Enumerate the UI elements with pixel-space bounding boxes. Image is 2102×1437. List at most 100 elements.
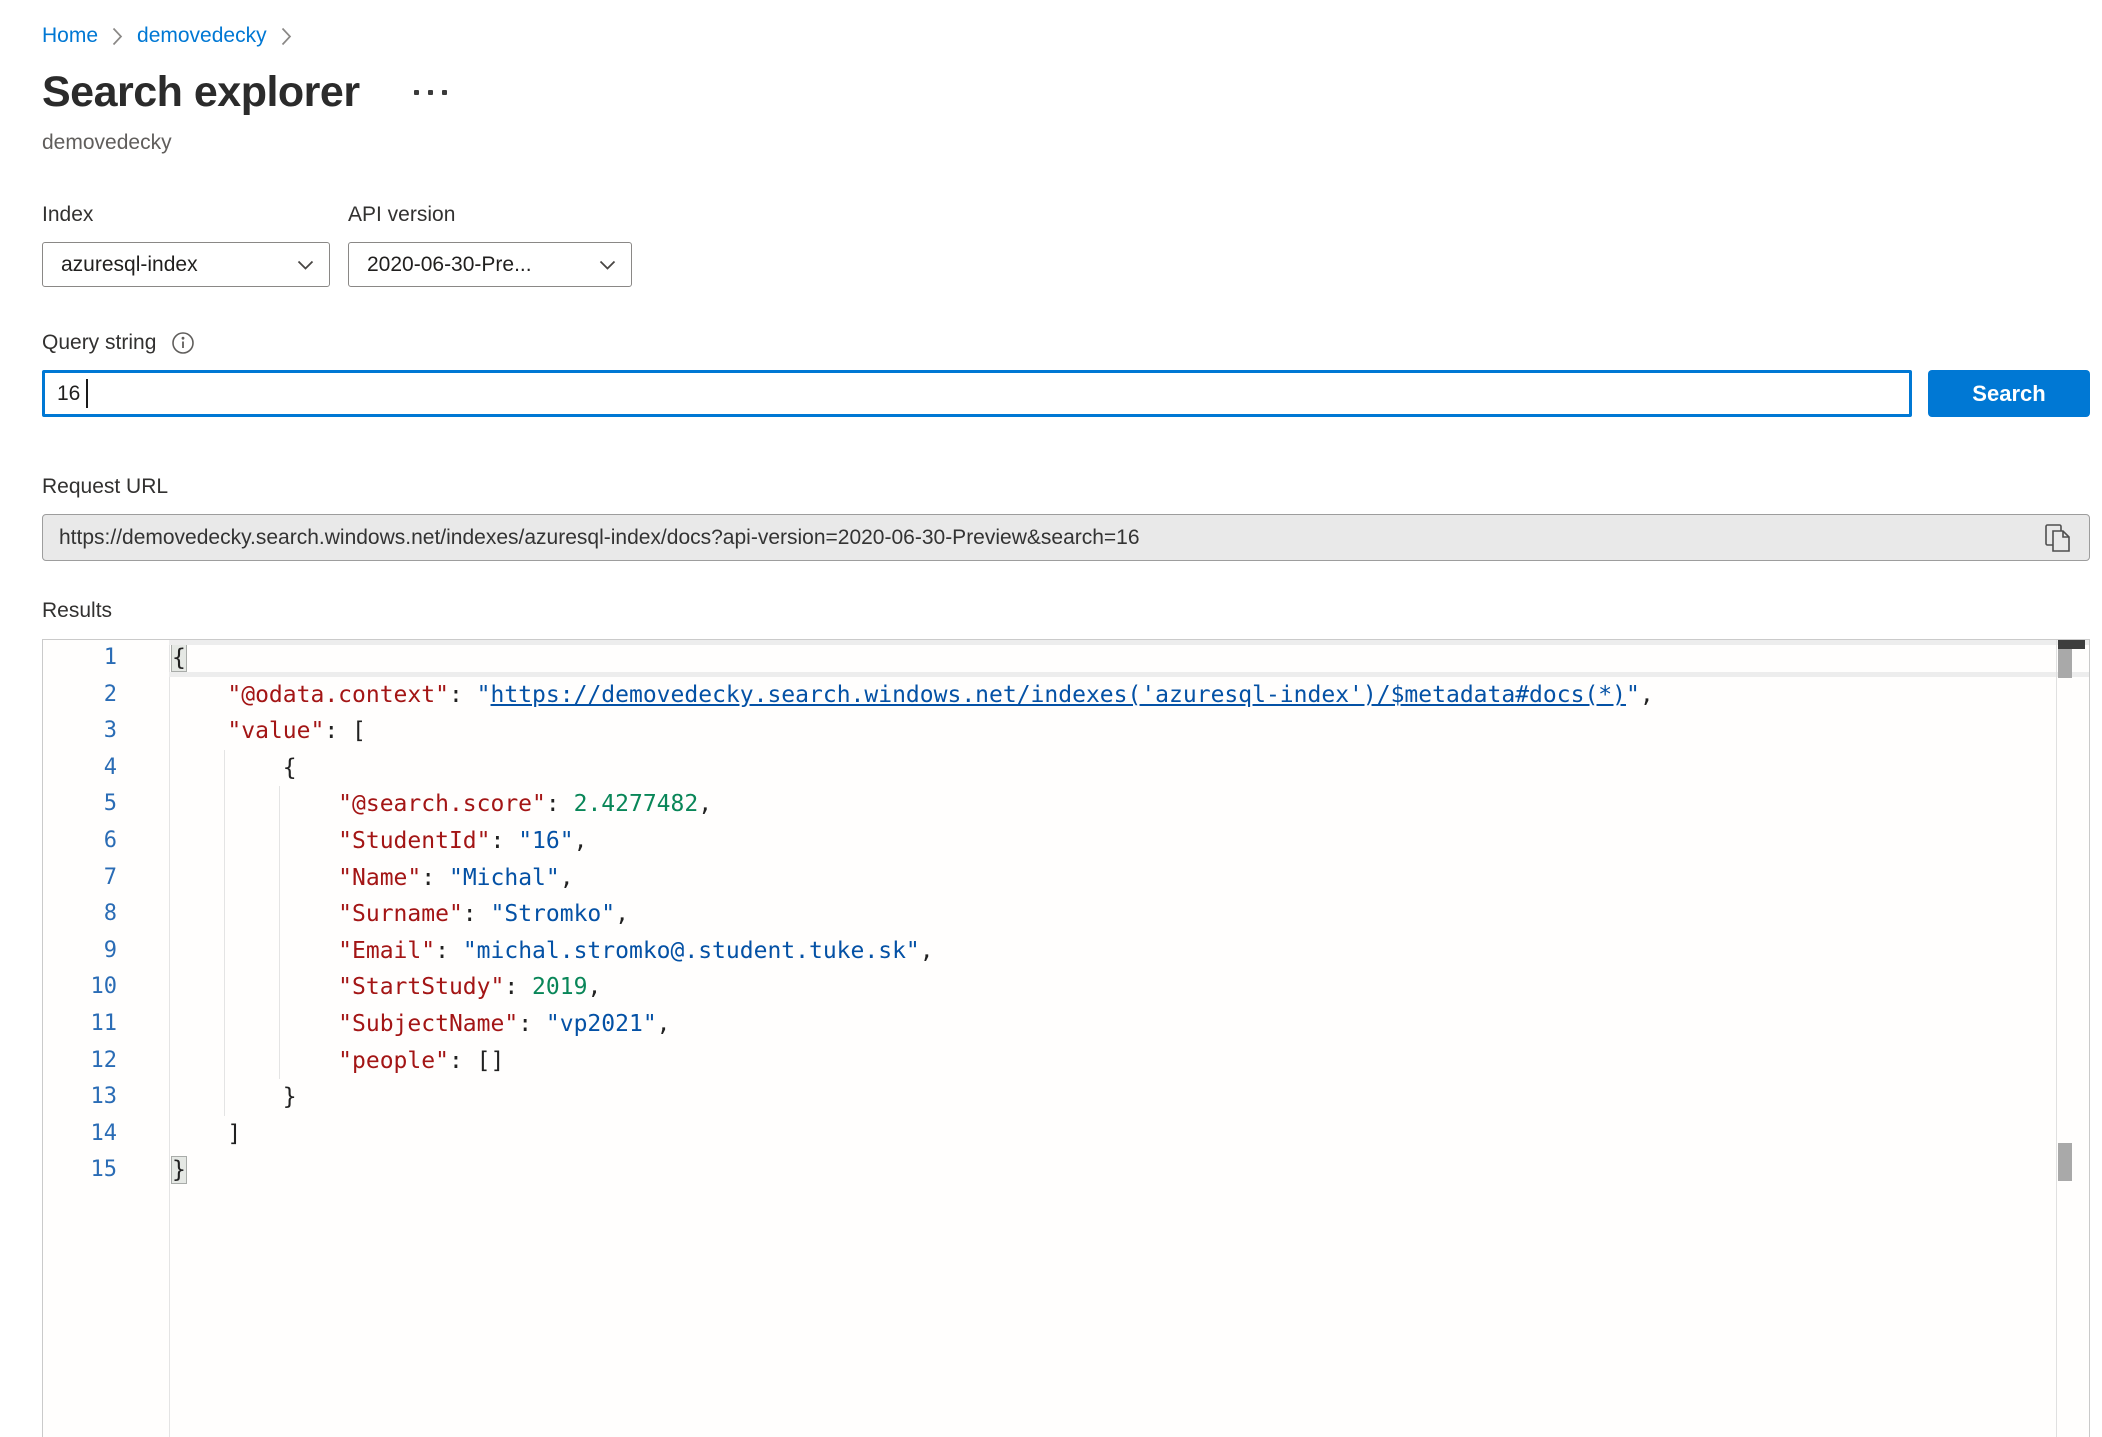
index-dropdown-value: azuresql-index	[61, 253, 198, 277]
ellipsis-icon	[428, 90, 433, 95]
code-token: "vp2021"	[546, 1011, 657, 1037]
code-token: {	[172, 645, 186, 671]
code-line: "SubjectName": "vp2021",	[169, 1006, 2089, 1043]
ellipsis-icon	[442, 90, 447, 95]
code-token: ,	[657, 1011, 671, 1037]
code-token	[172, 791, 338, 817]
code-token: :	[421, 865, 449, 891]
code-token: :	[463, 901, 491, 927]
results-json-editor[interactable]: 123456789101112131415 { "@odata.context"…	[42, 639, 2090, 1437]
code-token: "StudentId"	[338, 828, 490, 854]
editor-gutter: 123456789101112131415	[43, 640, 169, 1437]
ellipsis-icon	[414, 90, 419, 95]
line-number: 10	[43, 969, 169, 1006]
overview-cursor-mark	[2058, 640, 2085, 649]
code-token	[172, 682, 227, 708]
line-number: 13	[43, 1079, 169, 1116]
copy-button[interactable]	[2041, 520, 2075, 556]
line-number: 8	[43, 896, 169, 933]
code-token: :	[449, 682, 477, 708]
breadcrumb-service[interactable]: demovedecky	[137, 24, 267, 48]
index-field: Index azuresql-index	[42, 203, 330, 287]
request-url-box: https://demovedecky.search.windows.net/i…	[42, 514, 2090, 561]
code-line: "StudentId": "16",	[169, 823, 2089, 860]
code-token: "Stromko"	[491, 901, 616, 927]
line-number: 7	[43, 860, 169, 897]
chevron-right-icon	[112, 27, 123, 46]
code-token: 2019	[532, 974, 587, 1000]
query-string-input[interactable]	[42, 370, 1912, 417]
code-token: :	[435, 938, 463, 964]
overview-ruler-border	[2056, 640, 2057, 1437]
code-token: "Name"	[338, 865, 421, 891]
odata-context-link[interactable]: https://demovedecky.search.windows.net/i…	[491, 682, 1626, 708]
code-token: ,	[560, 865, 574, 891]
more-actions-button[interactable]	[408, 84, 453, 101]
chevron-right-icon	[281, 27, 292, 46]
code-token: :	[491, 828, 519, 854]
line-number: 11	[43, 1006, 169, 1043]
info-icon[interactable]	[171, 331, 195, 355]
code-token	[172, 1084, 283, 1110]
line-number: 4	[43, 750, 169, 787]
code-token: "16"	[518, 828, 573, 854]
code-line: {	[169, 750, 2089, 787]
code-token: : []	[449, 1048, 504, 1074]
code-token	[172, 755, 283, 781]
code-token	[172, 938, 338, 964]
line-number: 6	[43, 823, 169, 860]
code-token: "@odata.context"	[227, 682, 449, 708]
search-button[interactable]: Search	[1928, 370, 2090, 417]
line-number: 5	[43, 786, 169, 823]
query-string-label: Query string	[42, 331, 156, 355]
code-token: "Surname"	[338, 901, 463, 927]
code-token: :	[546, 791, 574, 817]
code-token: "	[1626, 682, 1640, 708]
code-token: 2.4277482	[574, 791, 699, 817]
index-dropdown[interactable]: azuresql-index	[42, 242, 330, 287]
vertical-scrollbar-thumb[interactable]	[2058, 649, 2072, 678]
code-token	[172, 828, 338, 854]
line-number: 15	[43, 1152, 169, 1189]
results-label: Results	[42, 599, 2090, 623]
line-number: 1	[43, 640, 169, 677]
line-number: 2	[43, 677, 169, 714]
code-line: "@search.score": 2.4277482,	[169, 786, 2089, 823]
code-line: "Name": "Michal",	[169, 860, 2089, 897]
code-token: ,	[698, 791, 712, 817]
code-token: ,	[587, 974, 601, 1000]
breadcrumb: Home demovedecky	[42, 24, 2090, 48]
overview-ruler-mark	[2058, 1143, 2072, 1181]
code-line: "Email": "michal.stromko@.student.tuke.s…	[169, 933, 2089, 970]
page-title: Search explorer	[42, 68, 360, 117]
code-token	[172, 974, 338, 1000]
code-token: "SubjectName"	[338, 1011, 518, 1037]
copy-icon	[2043, 522, 2073, 554]
code-line: "@odata.context": "https://demovedecky.s…	[169, 677, 2089, 714]
code-token: }	[283, 1084, 297, 1110]
code-line: ]	[169, 1116, 2089, 1153]
code-token: ,	[1640, 682, 1654, 708]
code-token: "value"	[227, 718, 324, 744]
breadcrumb-home[interactable]: Home	[42, 24, 98, 48]
code-token: "@search.score"	[338, 791, 546, 817]
code-token	[172, 865, 338, 891]
code-token	[172, 1048, 338, 1074]
api-version-dropdown[interactable]: 2020-06-30-Pre...	[348, 242, 632, 287]
code-token	[172, 1011, 338, 1037]
text-cursor	[86, 379, 88, 408]
code-token: "michal.stromko@.student.tuke.sk"	[463, 938, 920, 964]
code-token: "StartStudy"	[338, 974, 504, 1000]
code-token: :	[518, 1011, 546, 1037]
code-token: {	[283, 755, 297, 781]
code-token: "	[477, 682, 491, 708]
code-token: ,	[574, 828, 588, 854]
code-line: "Surname": "Stromko",	[169, 896, 2089, 933]
code-token: :	[504, 974, 532, 1000]
code-line: }	[169, 1079, 2089, 1116]
api-version-label: API version	[348, 203, 632, 227]
code-token	[172, 1121, 227, 1147]
code-line: "value": [	[169, 713, 2089, 750]
line-number: 9	[43, 933, 169, 970]
request-url-value: https://demovedecky.search.windows.net/i…	[59, 526, 2041, 550]
